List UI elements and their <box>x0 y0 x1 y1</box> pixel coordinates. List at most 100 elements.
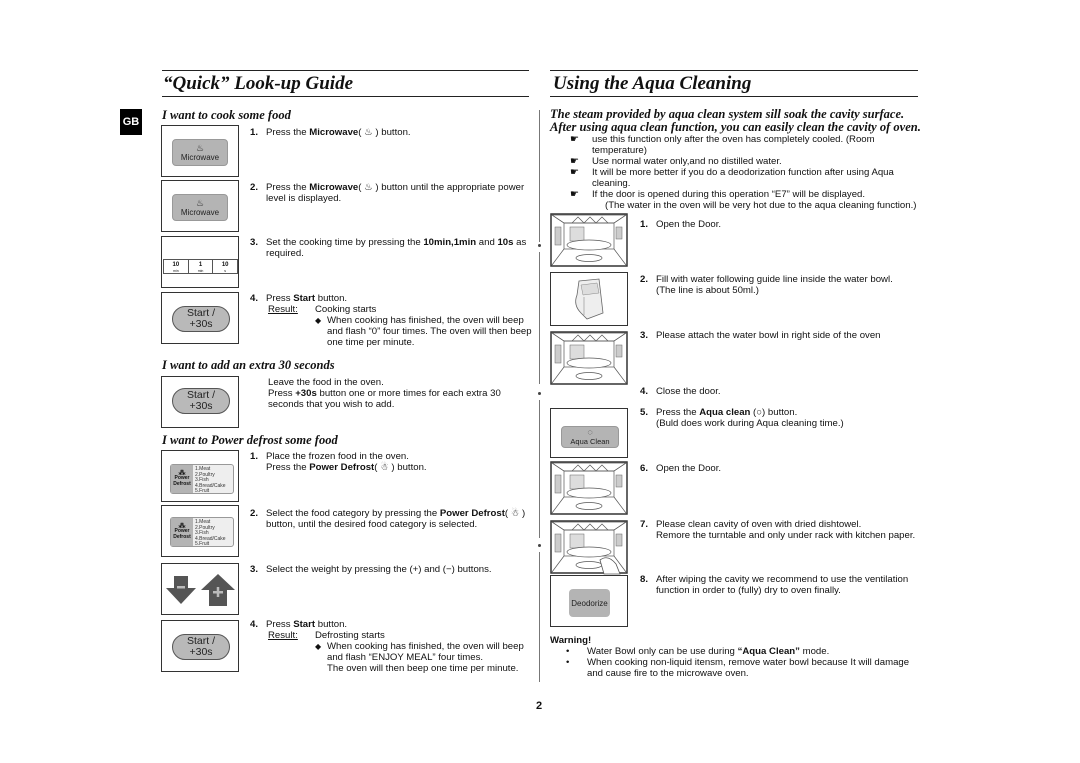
step-text: Set the cooking time by pressing the <box>266 237 424 248</box>
result-label: Result: <box>268 630 298 641</box>
step-text: button. <box>315 619 348 630</box>
cook-step-1: 1. Press the Microwave( ♨ ) button. <box>250 127 530 138</box>
step-number: 6. <box>640 463 649 474</box>
step-bold: 10min,1min <box>423 237 477 248</box>
step-text: Select the weight by pressing the (+) an… <box>266 564 492 575</box>
start-button: Start / +30s <box>172 634 230 660</box>
aqua-step-7: 7. Please clean cavity of oven with dried… <box>640 519 925 541</box>
oven-open-icon <box>550 461 628 515</box>
bullet-text-continued: The oven will then beep one time per min… <box>327 663 519 674</box>
cook-section-heading: I want to cook some food <box>162 108 291 122</box>
step-bold: Start <box>293 293 316 304</box>
result-value: Cooking starts <box>315 304 377 315</box>
aqua-step-5: 5. Press the Aqua clean (○) button. (Buld… <box>640 407 920 429</box>
step-bold: Aqua clean <box>699 407 751 418</box>
aqua-step-1: 1. Open the Door. <box>640 219 920 230</box>
oven-cleaning-icon <box>550 520 628 575</box>
clean-cavity-illustration <box>550 520 630 576</box>
column-divider <box>539 400 540 538</box>
power-defrost-button: ⁂ Power Defrost 1.Meat 2.Poultry 3.Fish 4.… <box>170 464 234 494</box>
minus-arrow-icon <box>166 576 196 604</box>
step-text-2: Remore the turntable and only under rack… <box>656 530 916 541</box>
defrost-category-list: 1.Meat 2.Poultry 3.Fish 4.Bread/Cake 5.F… <box>193 518 228 546</box>
weight-buttons-illustration <box>161 563 239 615</box>
result-value: Defrosting starts <box>315 630 385 641</box>
plus30-label: +30s <box>189 400 213 412</box>
pointing-hand-icon: ☛ <box>570 134 579 145</box>
step-text: Press <box>266 619 294 630</box>
step-number: 3. <box>640 330 649 341</box>
aqua-clean-button-illustration: ◌ Aqua Clean <box>550 408 628 458</box>
ten-sec-button: 10 s <box>213 260 237 273</box>
step-text: Press the <box>266 462 310 473</box>
step-number: 4. <box>640 386 649 397</box>
page-number: 2 <box>536 700 543 712</box>
note-item: ☛ Use normal water only,and no distilled … <box>570 156 920 167</box>
one-min-button: 1 min <box>189 260 214 273</box>
warning-item: • Water Bowl only can be use during “Aqua… <box>550 646 920 657</box>
step-text: Fill with water following guide line ins… <box>656 274 893 285</box>
extra30-section-heading: I want to add an extra 30 seconds <box>162 358 335 372</box>
water-bowl-illustration <box>550 272 628 326</box>
deodorize-button: Deodorize <box>569 589 610 617</box>
aqua-step-6: 6. Open the Door. <box>640 463 920 474</box>
divider-dot <box>538 244 541 247</box>
bullet-text: When cooking has finished, the oven will… <box>327 315 532 348</box>
category-item: 5.Fruit <box>195 541 210 547</box>
deodorize-button-illustration: Deodorize <box>550 575 628 627</box>
defrost-step-4: 4. Press Start button. Result: Defrosting … <box>250 619 535 674</box>
step-text: Press <box>266 293 294 304</box>
microwave-button-illustration: ♨ Microwave <box>161 125 239 177</box>
left-title-bottom-rule <box>162 96 529 97</box>
water-bowl-icon <box>575 278 604 320</box>
start-button: Start / +30s <box>172 388 230 414</box>
extra30-bold: +30s <box>295 388 317 399</box>
step-text-2: (Buld does work during Aqua cleaning tim… <box>656 418 844 429</box>
diamond-bullet-icon: ◆ <box>315 642 322 651</box>
aqua-step-3: 3. Please attach the water bowl in right … <box>640 330 920 341</box>
note-text: It will be more better if you do a deodo… <box>592 167 894 189</box>
step-number: 2. <box>250 182 259 193</box>
defrost-label: Defrost <box>173 533 191 540</box>
step-text: and <box>476 237 498 248</box>
step-number: 8. <box>640 574 649 585</box>
step-text: Please clean cavity of oven with dried d… <box>656 519 862 530</box>
ten-sec-unit: s <box>224 269 227 273</box>
divider-dot <box>538 392 541 395</box>
plus30-label: +30s <box>189 318 213 330</box>
step-number: 2. <box>640 274 649 285</box>
step-text: button. <box>315 293 348 304</box>
microwave-icon: ♨ <box>195 197 205 208</box>
right-title-bottom-rule <box>550 96 918 97</box>
step-text: After wiping the cavity we recommend to … <box>656 574 909 596</box>
note-extra: (The water in the oven will be very hot … <box>605 200 917 211</box>
right-title-top-rule <box>550 70 918 71</box>
pointing-hand-icon: ☛ <box>570 189 579 200</box>
open-door-illustration <box>550 213 630 269</box>
defrost-section-heading: I want to Power defrost some food <box>162 433 338 447</box>
step-bold: Power Defrost <box>309 462 375 473</box>
step-number: 4. <box>250 293 259 304</box>
defrost-category-list: 1.Meat 2.Poultry 3.Fish 4.Bread/Cake 5.F… <box>193 465 228 493</box>
aqua-step-4: 4. Close the door. <box>640 386 920 397</box>
step-number: 1. <box>640 219 649 230</box>
attach-bowl-illustration <box>550 331 630 385</box>
note-text: If the door is opened during this operat… <box>592 189 866 200</box>
step-text: Select the food category by pressing the <box>266 508 440 519</box>
step-number: 1. <box>250 127 259 138</box>
right-page-title: Using the Aqua Cleaning <box>553 73 752 94</box>
open-door-illustration <box>550 461 630 517</box>
aqua-clean-button: ◌ Aqua Clean <box>561 426 619 448</box>
step-text: Close the door. <box>656 386 721 397</box>
plus-arrow-icon <box>201 574 235 606</box>
microwave-button-label: Microwave <box>180 152 220 162</box>
column-divider <box>539 110 540 242</box>
microwave-button-illustration: ♨ Microwave <box>161 180 239 232</box>
column-divider <box>539 552 540 682</box>
result-label: Result: <box>268 304 298 315</box>
aqua-step-8: 8. After wiping the cavity we recommend t… <box>640 574 925 596</box>
power-defrost-key: ⁂ Power Defrost <box>171 518 193 546</box>
language-badge: GB <box>120 109 142 135</box>
power-defrost-button: ⁂ Power Defrost 1.Meat 2.Poultry 3.Fish 4.… <box>170 517 234 547</box>
aqua-step-2: 2. Fill with water following guide line i… <box>640 274 925 296</box>
